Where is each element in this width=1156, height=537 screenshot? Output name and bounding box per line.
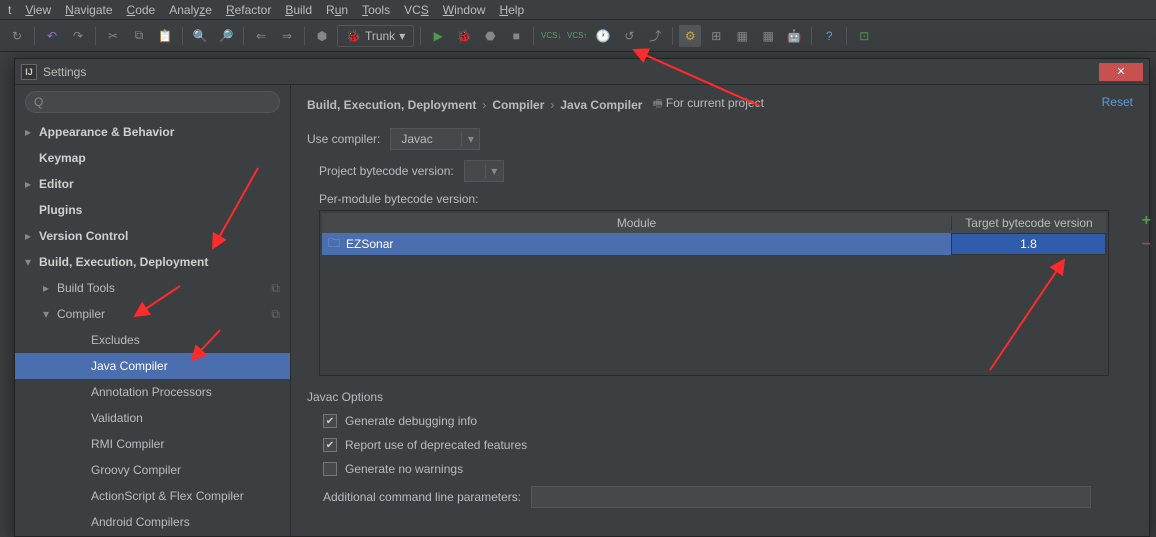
avd-icon[interactable]: ▦ xyxy=(757,25,779,47)
tree-item-groovy-compiler[interactable]: Groovy Compiler xyxy=(15,457,290,483)
settings-search[interactable]: Q xyxy=(25,91,280,113)
back-icon[interactable]: ⇐ xyxy=(250,25,272,47)
settings-tree: ▸Appearance & BehaviorKeymap▸EditorPlugi… xyxy=(15,119,290,536)
params-label: Additional command line parameters: xyxy=(323,490,521,504)
params-input[interactable] xyxy=(531,486,1091,508)
table-row[interactable]: 🗀 EZSonar 1.8 xyxy=(322,233,1106,255)
menu-run[interactable]: Run xyxy=(326,3,348,17)
main-toolbar: ↻ ↶ ↷ ✂ ⧉ 📋 🔍 🔎 ⇐ ⇒ ⬢ 🐞 Trunk ▾ ▶ 🐞 ⬣ ■ … xyxy=(0,20,1156,52)
target-version-cell[interactable]: 1.8 xyxy=(951,233,1106,255)
redo-icon[interactable]: ↷ xyxy=(67,25,89,47)
tree-item-annotation-processors[interactable]: Annotation Processors xyxy=(15,379,290,405)
tree-item-actionscript-flex-compiler[interactable]: ActionScript & Flex Compiler xyxy=(15,483,290,509)
use-compiler-label: Use compiler: xyxy=(307,132,380,146)
tree-item-rmi-compiler[interactable]: RMI Compiler xyxy=(15,431,290,457)
tree-item-editor[interactable]: ▸Editor xyxy=(15,171,290,197)
chevron-down-icon: ▾ xyxy=(461,132,479,146)
use-compiler-combo[interactable]: Javac ▾ xyxy=(390,128,480,150)
chip-icon[interactable]: ⊡ xyxy=(853,25,875,47)
tree-item-build-tools[interactable]: ▸Build Tools⧉ xyxy=(15,275,290,301)
tree-item-keymap[interactable]: Keymap xyxy=(15,145,290,171)
menu-tools[interactable]: Tools xyxy=(362,3,390,17)
find-icon[interactable]: 🔍 xyxy=(189,25,211,47)
menu-bar: t View Navigate Code Analyze Refactor Bu… xyxy=(0,0,1156,20)
reset-link[interactable]: Reset xyxy=(1102,95,1133,109)
add-button[interactable]: + xyxy=(1142,212,1151,230)
stop-icon[interactable]: ■ xyxy=(505,25,527,47)
tree-item-version-control[interactable]: ▸Version Control xyxy=(15,223,290,249)
chevron-down-icon: ▾ xyxy=(399,29,405,43)
copy-icon: ⧉ xyxy=(271,307,280,322)
menu-code[interactable]: Code xyxy=(127,3,156,17)
android-icon[interactable]: 🤖 xyxy=(783,25,805,47)
forward-icon[interactable]: ⇒ xyxy=(276,25,298,47)
tree-item-appearance-behavior[interactable]: ▸Appearance & Behavior xyxy=(15,119,290,145)
menu-edit[interactable]: t xyxy=(8,3,11,17)
vcs-revert-icon[interactable]: ↺ xyxy=(618,25,640,47)
vcs-history-icon[interactable]: 🕐 xyxy=(592,25,614,47)
menu-view[interactable]: View xyxy=(25,3,51,17)
vcs-commit-icon[interactable]: VCS↑ xyxy=(566,25,588,47)
bug-icon: 🐞 xyxy=(346,29,361,43)
menu-vcs[interactable]: VCS xyxy=(404,3,429,17)
vcs-push-icon[interactable]: ⤴ xyxy=(644,25,666,47)
sync-icon[interactable]: ↻ xyxy=(6,25,28,47)
paste-icon[interactable]: 📋 xyxy=(154,25,176,47)
checkbox-deprecated[interactable] xyxy=(323,438,337,452)
search-icon: Q xyxy=(34,95,43,109)
per-module-label: Per-module bytecode version: xyxy=(307,192,1133,206)
project-structure-icon[interactable]: ⚙ xyxy=(679,25,701,47)
copy-icon[interactable]: ⧉ xyxy=(128,25,150,47)
javac-options-label: Javac Options xyxy=(307,390,1133,404)
app-icon: IJ xyxy=(21,64,37,80)
settings-dialog: IJ Settings ✕ Q ▸Appearance & BehaviorKe… xyxy=(14,58,1150,537)
run-icon[interactable]: ▶ xyxy=(427,25,449,47)
tree-item-compiler[interactable]: ▾Compiler⧉ xyxy=(15,301,290,327)
run-config-selector[interactable]: 🐞 Trunk ▾ xyxy=(337,25,414,47)
settings-sidebar: Q ▸Appearance & BehaviorKeymap▸EditorPlu… xyxy=(15,85,291,536)
tree-item-validation[interactable]: Validation xyxy=(15,405,290,431)
tree-item-build-execution-deployment[interactable]: ▾Build, Execution, Deployment xyxy=(15,249,290,275)
bytecode-table: Module Target bytecode version 🗀 EZSonar… xyxy=(319,210,1109,376)
debug-icon[interactable]: 🐞 xyxy=(453,25,475,47)
checkbox-no-warnings[interactable] xyxy=(323,462,337,476)
undo-icon[interactable]: ↶ xyxy=(41,25,63,47)
for-current-project: 🖷 For current project xyxy=(652,95,764,114)
menu-analyze[interactable]: Analyze xyxy=(169,3,212,17)
sdk-icon[interactable]: ▦ xyxy=(731,25,753,47)
checkbox-debug-info[interactable] xyxy=(323,414,337,428)
menu-help[interactable]: Help xyxy=(499,3,524,17)
menu-refactor[interactable]: Refactor xyxy=(226,3,271,17)
menu-build[interactable]: Build xyxy=(285,3,312,17)
menu-window[interactable]: Window xyxy=(443,3,486,17)
copy-icon: ⧉ xyxy=(271,281,280,296)
tree-item-android-compilers[interactable]: Android Compilers xyxy=(15,509,290,535)
col-target: Target bytecode version xyxy=(951,216,1106,230)
col-module: Module xyxy=(322,216,951,230)
tree-item-java-compiler[interactable]: Java Compiler xyxy=(15,353,290,379)
help-icon[interactable]: ? xyxy=(818,25,840,47)
close-button[interactable]: ✕ xyxy=(1099,63,1143,81)
tree-item-plugins[interactable]: Plugins xyxy=(15,197,290,223)
vcs-update-icon[interactable]: VCS↓ xyxy=(540,25,562,47)
run-config-label: Trunk xyxy=(365,29,395,43)
remove-button[interactable]: − xyxy=(1142,236,1151,254)
cut-icon[interactable]: ✂ xyxy=(102,25,124,47)
coverage-icon[interactable]: ⬣ xyxy=(479,25,501,47)
project-bytecode-label: Project bytecode version: xyxy=(319,164,454,178)
folder-icon: 🗀 xyxy=(328,234,340,255)
chevron-down-icon: ▾ xyxy=(485,164,503,178)
tree-item-excludes[interactable]: Excludes xyxy=(15,327,290,353)
settings-icon[interactable]: ⊞ xyxy=(705,25,727,47)
dialog-titlebar: IJ Settings ✕ xyxy=(15,59,1149,85)
dialog-title: Settings xyxy=(43,65,86,79)
settings-main: Build, Execution, Deployment › Compiler … xyxy=(291,85,1149,536)
breadcrumb: Build, Execution, Deployment › Compiler … xyxy=(307,95,1133,114)
replace-icon[interactable]: 🔎 xyxy=(215,25,237,47)
make-icon[interactable]: ⬢ xyxy=(311,25,333,47)
project-bytecode-combo[interactable]: ▾ xyxy=(464,160,504,182)
menu-navigate[interactable]: Navigate xyxy=(65,3,112,17)
